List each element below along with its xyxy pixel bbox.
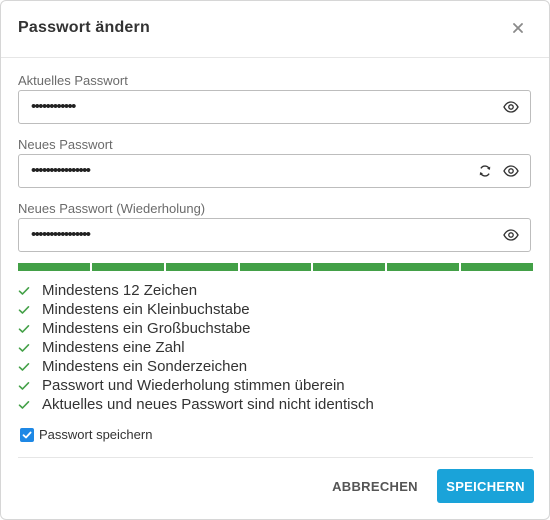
repeat-password-value: •••••••••••••••• [31,226,91,243]
password-rule-item: Mindestens ein Kleinbuchstabe [18,300,533,319]
strength-segment [165,263,238,271]
password-rule-item: Passwort und Wiederholung stimmen überei… [18,376,533,395]
show-repeat-password-button[interactable] [502,226,520,244]
eye-icon [503,101,519,113]
password-rule-text: Passwort und Wiederholung stimmen überei… [42,377,345,394]
refresh-icon [479,165,491,177]
repeat-password-field[interactable]: •••••••••••••••• [18,218,531,252]
repeat-password-label: Neues Passwort (Wiederholung) [18,201,206,216]
check-icon [18,324,42,334]
password-rule-text: Mindestens ein Großbuchstabe [42,320,251,337]
change-password-dialog: Passwort ändern Aktuelles Passwort •••••… [0,0,550,520]
new-password-field[interactable]: •••••••••••••••• [18,154,531,188]
password-strength-meter [18,263,534,271]
check-icon [18,305,42,315]
strength-segment [18,263,90,271]
eye-icon [503,165,519,177]
dialog-title: Passwort ändern [18,19,150,36]
close-icon [513,23,523,33]
strength-segment [313,263,386,271]
current-password-label: Aktuelles Passwort [18,73,128,88]
save-password-checkbox[interactable]: Passwort speichern [20,427,152,442]
strength-segment [387,263,460,271]
password-rule-item: Mindestens eine Zahl [18,338,533,357]
show-new-password-button[interactable] [502,162,520,180]
password-rule-text: Mindestens ein Kleinbuchstabe [42,301,250,318]
password-rule-item: Mindestens ein Sonderzeichen [18,357,533,376]
save-button[interactable]: SPEICHERN [437,469,534,503]
eye-icon [503,229,519,241]
strength-segment [239,263,312,271]
show-password-button[interactable] [502,98,520,116]
password-rule-text: Aktuelles und neues Passwort sind nicht … [42,396,374,413]
generate-password-button[interactable] [476,162,494,180]
current-password-value: •••••••••••• [31,98,76,115]
footer-divider [18,457,533,458]
checkbox-checked-icon [20,427,34,442]
dialog-header: Passwort ändern [1,1,549,58]
password-rule-text: Mindestens ein Sonderzeichen [42,358,248,375]
password-rule-text: Mindestens eine Zahl [42,339,185,356]
save-password-label: Passwort speichern [39,427,153,442]
password-rule-text: Mindestens 12 Zeichen [42,282,198,299]
check-icon [18,362,42,372]
check-icon [18,400,42,410]
check-icon [18,343,42,353]
password-rule-item: Aktuelles und neues Passwort sind nicht … [18,395,533,414]
new-password-label: Neues Passwort [18,137,113,152]
new-password-value: •••••••••••••••• [31,162,91,179]
password-rule-item: Mindestens ein Großbuchstabe [18,319,533,338]
cancel-button[interactable]: ABBRECHEN [330,469,420,503]
strength-segment [91,263,164,271]
close-button[interactable] [507,17,529,39]
strength-segment [461,263,534,271]
password-rules-list: Mindestens 12 Zeichen Mindestens ein Klei… [18,281,533,414]
password-rule-item: Mindestens 12 Zeichen [18,281,533,300]
check-icon [18,381,42,391]
current-password-field[interactable]: •••••••••••• [18,90,531,124]
check-icon [18,286,42,296]
